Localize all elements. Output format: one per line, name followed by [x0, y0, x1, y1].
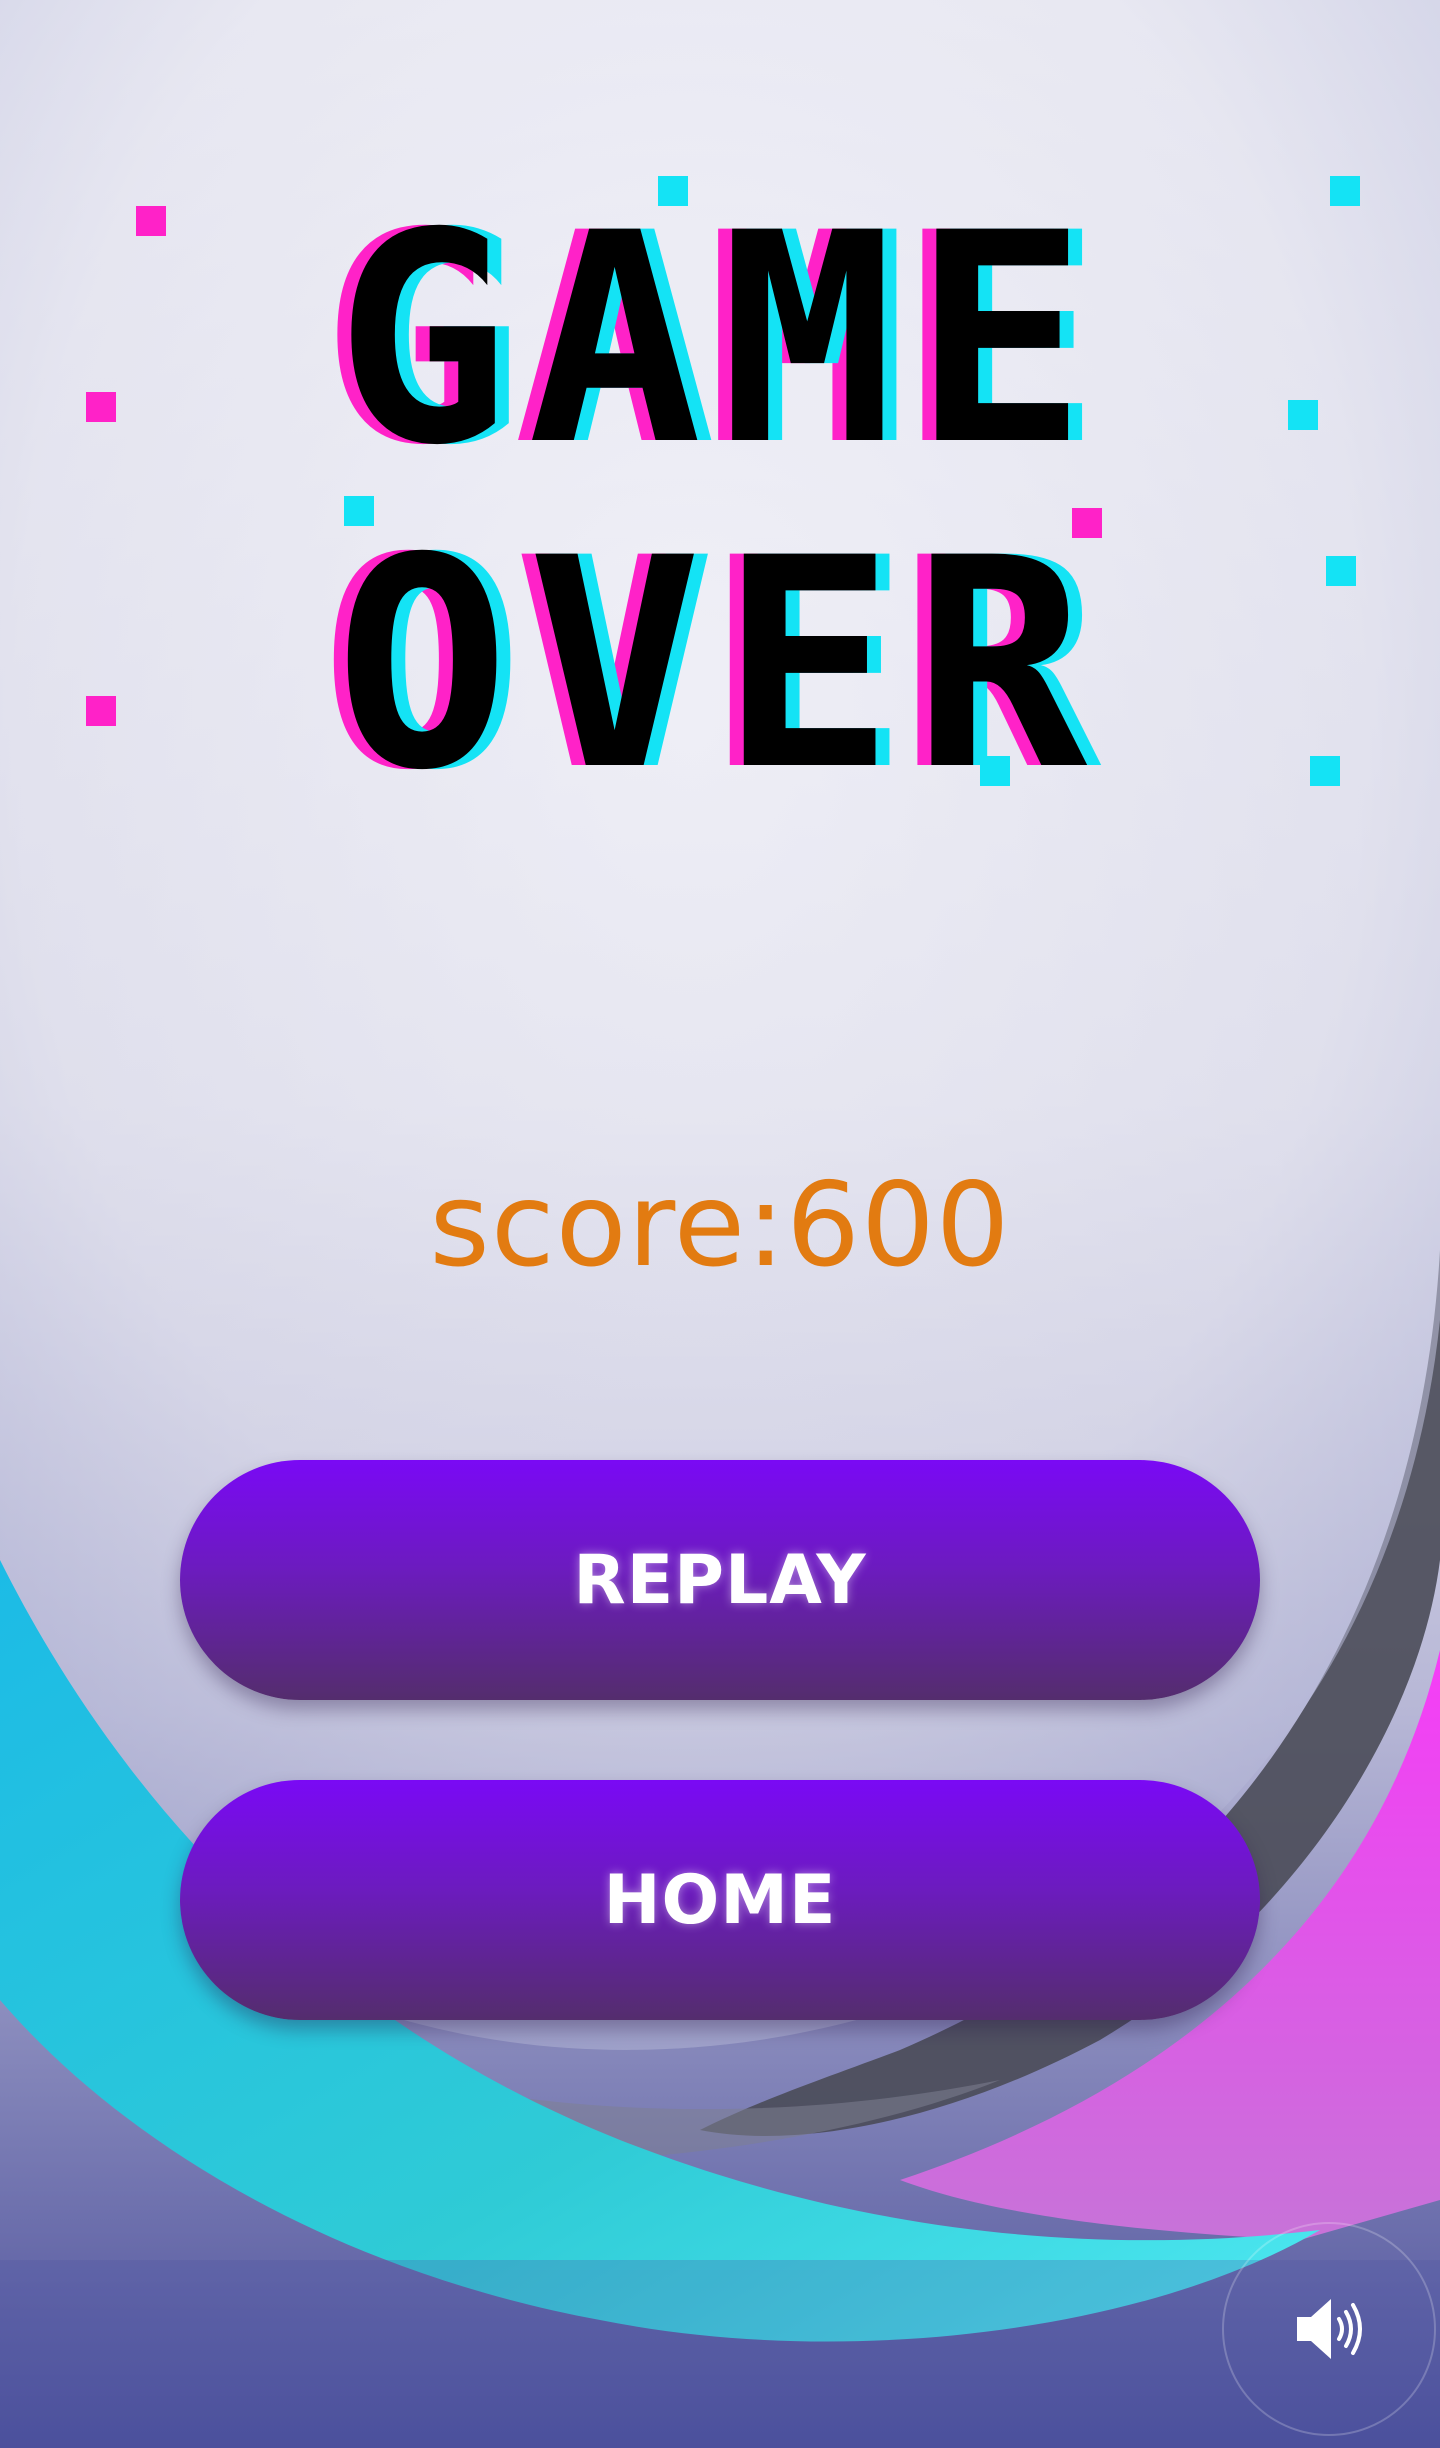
game-over-title-art: GAME OVER — [86, 172, 1360, 834]
home-button-label: HOME — [603, 1860, 837, 1940]
score-label: score:600 — [429, 1158, 1011, 1293]
replay-button-label: REPLAY — [573, 1540, 867, 1620]
sound-toggle-button[interactable] — [1222, 2222, 1436, 2436]
replay-button[interactable]: REPLAY — [180, 1460, 1260, 1700]
speaker-volume-icon — [1297, 2299, 1362, 2359]
home-button[interactable]: HOME — [180, 1780, 1260, 2020]
